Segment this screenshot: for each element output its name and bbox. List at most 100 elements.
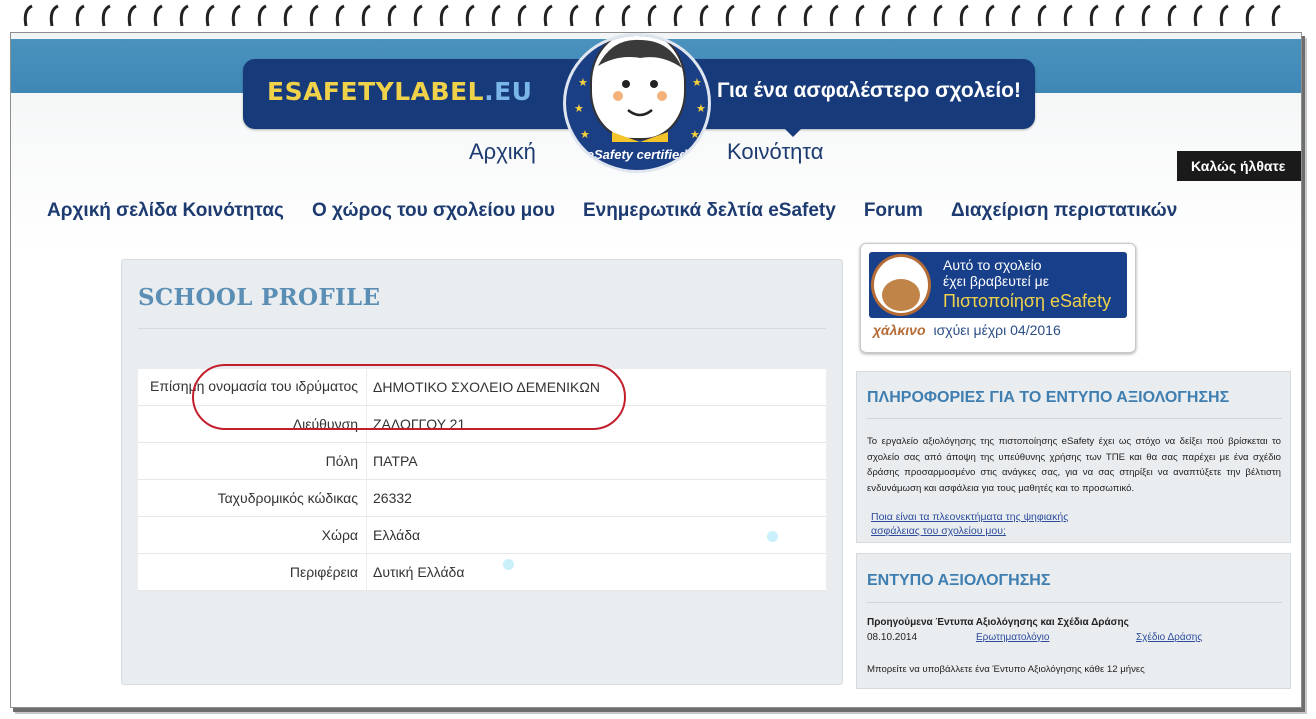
- spiral-ring: [1219, 4, 1229, 27]
- table-row: Διεύθυνση ΖΑΛΟΓΓΟΥ 21: [138, 406, 826, 443]
- spiral-ring: [1245, 4, 1255, 27]
- spiral-ring: [1089, 4, 1099, 27]
- cert-line-3: Πιστοποίηση eSafety: [943, 291, 1112, 311]
- field-label: Πόλη: [138, 443, 367, 479]
- cert-level: χάλκινο: [873, 322, 926, 338]
- welcome-tab[interactable]: Καλώς ήλθατε: [1177, 151, 1301, 181]
- cert-line-2: έχει βραβευτεί με: [943, 273, 1049, 289]
- table-row: Χώρα Ελλάδα: [138, 517, 826, 554]
- star-icon: ★: [580, 129, 590, 141]
- spiral-ring: [933, 4, 943, 27]
- nav-my-school[interactable]: Ο χώρος του σχολείου μου: [312, 200, 555, 222]
- spiral-ring: [829, 4, 839, 27]
- spiral-ring: [1063, 4, 1073, 27]
- nav-incident-management[interactable]: Διαχείριση περιστατικών: [951, 200, 1177, 222]
- field-value: 26332: [373, 490, 412, 506]
- bronze-medal-icon: [871, 254, 931, 316]
- certification-banner: Αυτό το σχολείο έχει βραβευτεί με Πιστοπ…: [869, 252, 1127, 318]
- nav-community-home[interactable]: Αρχική σελίδα Κοινότητας: [47, 200, 284, 222]
- submission-note: Μπορείτε να υποβάλλετε ένα Έντυπο Αξιολό…: [867, 664, 1145, 675]
- spiral-ring: [569, 4, 579, 27]
- spiral-ring: [647, 4, 657, 27]
- spiral-ring: [257, 4, 267, 27]
- spiral-ring: [75, 4, 85, 27]
- spiral-ring: [595, 4, 605, 27]
- mascot-face-icon: [590, 36, 686, 142]
- cursor-dot: [767, 531, 778, 542]
- spiral-ring: [205, 4, 215, 27]
- action-plan-link[interactable]: Σχέδιο Δράσης: [1136, 632, 1202, 643]
- nav-forum[interactable]: Forum: [864, 200, 923, 222]
- table-row: Περιφέρεια Δυτική Ελλάδα: [138, 554, 826, 591]
- spiral-ring: [491, 4, 501, 27]
- spiral-ring: [621, 4, 631, 27]
- table-row: Επίσημη ονομασία του ιδρύματος ΔΗΜΟΤΙΚΟ …: [138, 369, 826, 406]
- divider: [138, 328, 826, 329]
- esafety-certified-badge: ★ ★ ★ ★ ★ ★ eSafety certified: [563, 33, 711, 173]
- spiral-ring: [699, 4, 709, 27]
- spiral-binding: [23, 4, 1281, 27]
- star-icon: ★: [578, 77, 588, 89]
- community-link[interactable]: Κοινότητα: [727, 139, 823, 165]
- spiral-ring: [439, 4, 449, 27]
- spiral-ring: [959, 4, 969, 27]
- table-row: Ταχυδρομικός κώδικας 26332: [138, 480, 826, 517]
- spiral-ring: [153, 4, 163, 27]
- spiral-ring: [101, 4, 111, 27]
- school-profile-panel: SCHOOL PROFILE Επίσημη ονομασία του ιδρύ…: [121, 259, 843, 685]
- field-label: Ταχυδρομικός κώδικας: [138, 480, 367, 516]
- spiral-ring: [985, 4, 995, 27]
- form-date: 08.10.2014: [867, 632, 918, 643]
- spiral-ring: [1193, 4, 1203, 27]
- page-frame: ESAFETYLABEL.EU Για ένα ασφαλέστερο σχολ…: [10, 32, 1302, 708]
- form-title: ΕΝΤΥΠΟ ΑΞΙΟΛΟΓΗΣΗΣ: [867, 572, 1051, 589]
- star-icon: ★: [574, 103, 584, 115]
- profile-table: Επίσημη ονομασία του ιδρύματος ΔΗΜΟΤΙΚΟ …: [138, 369, 826, 591]
- info-title: ΠΛΗΡΟΦΟΡΙΕΣ ΓΙΑ ΤΟ ΕΝΤΥΠΟ ΑΞΙΟΛΟΓΗΣΗΣ: [867, 389, 1230, 406]
- badge-label: eSafety certified: [586, 147, 688, 162]
- assessment-info-panel: ΠΛΗΡΟΦΟΡΙΕΣ ΓΙΑ ΤΟ ΕΝΤΥΠΟ ΑΞΙΟΛΟΓΗΣΗΣ Το…: [856, 371, 1291, 543]
- tagline: Για ένα ασφαλέστερο σχολείο!: [717, 79, 1021, 102]
- spiral-ring: [725, 4, 735, 27]
- spiral-ring: [335, 4, 345, 27]
- certification-widget[interactable]: Αυτό το σχολείο έχει βραβευτεί με Πιστοπ…: [860, 243, 1136, 353]
- star-icon: ★: [690, 129, 700, 141]
- spiral-ring: [543, 4, 553, 27]
- spiral-ring: [1037, 4, 1047, 27]
- spiral-ring: [49, 4, 59, 27]
- spiral-ring: [855, 4, 865, 27]
- questionnaire-link[interactable]: Ερωτηματολόγιο: [976, 632, 1049, 643]
- field-label: Επίσημη ονομασία του ιδρύματος: [138, 369, 367, 405]
- field-value: Ελλάδα: [373, 527, 421, 543]
- spiral-ring: [179, 4, 189, 27]
- field-value: ΔΗΜΟΤΙΚΟ ΣΧΟΛΕΙΟ ΔΕΜΕΝΙΚΩΝ: [373, 379, 600, 395]
- spiral-ring: [1167, 4, 1177, 27]
- spiral-ring: [1115, 4, 1125, 27]
- logo-text: ESAFETYLABEL.EU: [267, 77, 533, 106]
- field-value: ΖΑΛΟΓΓΟΥ 21: [373, 416, 466, 432]
- field-value: ΠΑΤΡΑ: [373, 453, 418, 469]
- spiral-ring: [127, 4, 137, 27]
- cert-validity: χάλκινο ισχύει μέχρι 04/2016: [873, 322, 1061, 338]
- main-navigation: Αρχική σελίδα Κοινότητας Ο χώρος του σχο…: [47, 200, 1205, 222]
- spiral-ring: [361, 4, 371, 27]
- benefits-link[interactable]: Ποια είναι τα πλεονεκτήματα της ψηφιακής…: [871, 510, 1068, 538]
- nav-newsletters[interactable]: Ενημερωτικά δελτία eSafety: [583, 200, 836, 222]
- spiral-ring: [803, 4, 813, 27]
- home-link[interactable]: Αρχική: [469, 139, 536, 165]
- field-label: Χώρα: [138, 517, 367, 553]
- spiral-ring: [1011, 4, 1021, 27]
- cursor-dot: [503, 559, 514, 570]
- banner-pointer: [781, 125, 805, 137]
- spiral-ring: [413, 4, 423, 27]
- divider: [867, 602, 1282, 603]
- spiral-ring: [673, 4, 683, 27]
- page-title: SCHOOL PROFILE: [138, 284, 381, 311]
- spiral-ring: [465, 4, 475, 27]
- cert-line-1: Αυτό το σχολείο: [943, 257, 1042, 273]
- spiral-ring: [907, 4, 917, 27]
- spiral-ring: [309, 4, 319, 27]
- spiral-ring: [777, 4, 787, 27]
- assessment-form-panel: ΕΝΤΥΠΟ ΑΞΙΟΛΟΓΗΣΗΣ Προηγούμενα Έντυπα Αξ…: [856, 553, 1291, 689]
- field-value: Δυτική Ελλάδα: [373, 564, 465, 580]
